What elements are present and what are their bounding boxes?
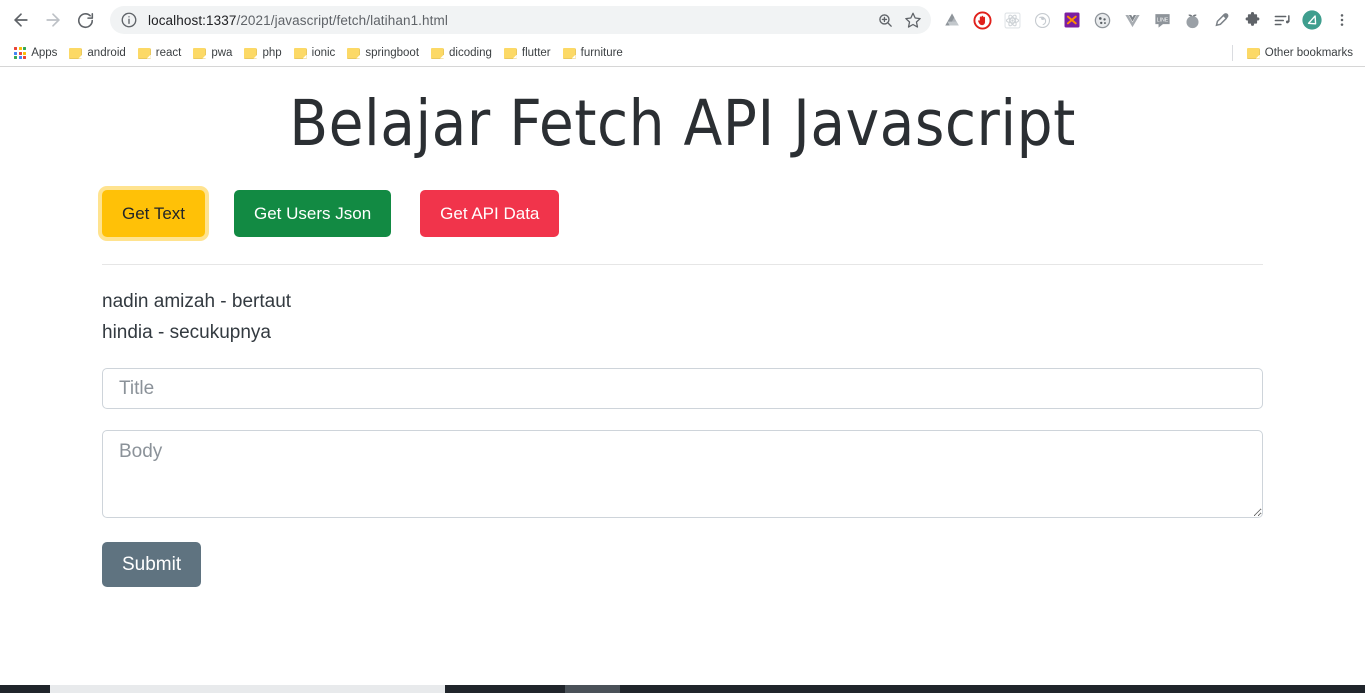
bookmarks-divider <box>1231 45 1233 61</box>
body-input[interactable] <box>102 430 1263 519</box>
bookmark-label: ionic <box>311 47 336 59</box>
page-viewport: Belajar Fetch API Javascript Get Text Ge… <box>0 67 1365 693</box>
folder-icon <box>503 47 517 59</box>
get-users-json-button[interactable]: Get Users Json <box>234 189 392 237</box>
bookmark-item-android[interactable]: android <box>63 42 131 64</box>
reload-button[interactable] <box>70 5 100 35</box>
folder-icon <box>293 47 307 59</box>
folder-icon <box>562 47 576 59</box>
bookmark-label: php <box>262 47 282 59</box>
taskbar-segment <box>0 685 50 693</box>
get-api-data-button[interactable]: Get API Data <box>420 189 560 237</box>
eyedropper-icon[interactable] <box>1207 6 1237 34</box>
svg-text:LINE: LINE <box>1156 17 1168 23</box>
folder-icon <box>69 47 83 59</box>
address-bar-url[interactable]: localhost:1337/2021/javascript/fetch/lat… <box>148 13 871 28</box>
bookmark-other-bookmarks[interactable]: Other bookmarks <box>1241 42 1359 64</box>
apps-grid-icon <box>14 46 27 60</box>
folder-icon <box>137 47 151 59</box>
line-messenger-icon[interactable]: LINE <box>1147 6 1177 34</box>
section-divider <box>102 263 1263 265</box>
tomato-timer-icon[interactable] <box>1177 6 1207 34</box>
bookmark-label: dicoding <box>449 47 492 59</box>
bookmark-item-ionic[interactable]: ionic <box>288 42 342 64</box>
bookmark-label: android <box>87 47 126 59</box>
wappalyzer-icon[interactable] <box>1087 6 1117 34</box>
playlist-queue-icon[interactable] <box>1267 6 1297 34</box>
colorzilla-icon[interactable] <box>1057 6 1087 34</box>
bookmark-item-furniture[interactable]: furniture <box>557 42 629 64</box>
bookmark-item-flutter[interactable]: flutter <box>498 42 557 64</box>
redux-devtools-icon[interactable] <box>1027 6 1057 34</box>
browser-nav-bar: localhost:1337/2021/javascript/fetch/lat… <box>0 0 1365 40</box>
other-bookmarks-label: Other bookmarks <box>1264 47 1353 59</box>
profile-avatar[interactable] <box>1297 6 1327 34</box>
bookmarks-bar: Apps android react pwa php ionic springb… <box>0 40 1365 66</box>
title-input[interactable] <box>102 368 1263 410</box>
folder-icon <box>431 47 445 59</box>
bookmark-item-springboot[interactable]: springboot <box>341 42 425 64</box>
zoom-search-icon[interactable] <box>871 6 899 34</box>
url-host: localhost:1337 <box>148 12 237 28</box>
bookmark-item-dicoding[interactable]: dicoding <box>425 42 498 64</box>
back-button[interactable] <box>6 5 36 35</box>
vue-devtools-icon[interactable] <box>1117 6 1147 34</box>
folder-icon <box>347 47 361 59</box>
bookmark-apps[interactable]: Apps <box>8 42 63 64</box>
bookmark-label: flutter <box>521 47 551 59</box>
taskbar-segment <box>620 685 1365 693</box>
forward-button[interactable] <box>38 5 68 35</box>
google-drive-icon[interactable] <box>937 6 967 34</box>
submit-button[interactable]: Submit <box>102 542 202 588</box>
url-path: /2021/javascript/fetch/latihan1.html <box>236 12 448 28</box>
star-icon[interactable] <box>899 6 927 34</box>
folder-icon <box>1246 47 1260 59</box>
fetch-output: nadin amizah - bertaut hindia - secukupn… <box>102 287 1365 349</box>
page-title: Belajar Fetch API Javascript <box>289 87 1076 160</box>
bookmark-label: furniture <box>580 47 623 59</box>
extension-icons: LINE <box>937 6 1357 34</box>
output-line: hindia - secukupnya <box>102 321 271 343</box>
taskbar-segment <box>445 685 565 693</box>
other-bookmarks-area: Other bookmarks <box>1231 40 1359 66</box>
bookmark-item-php[interactable]: php <box>238 42 287 64</box>
address-bar[interactable]: localhost:1337/2021/javascript/fetch/lat… <box>110 6 931 34</box>
bookmark-label: springboot <box>365 47 420 59</box>
action-button-row: Get Text Get Users Json Get API Data <box>102 189 1365 237</box>
bookmark-label: react <box>155 47 182 59</box>
folder-icon <box>193 47 207 59</box>
post-form: Submit <box>102 368 1263 588</box>
bookmark-apps-label: Apps <box>31 47 58 59</box>
output-line: nadin amizah - bertaut <box>102 290 292 312</box>
react-devtools-icon[interactable] <box>997 6 1027 34</box>
chrome-menu-icon[interactable] <box>1327 6 1357 34</box>
bookmark-item-pwa[interactable]: pwa <box>187 42 238 64</box>
os-taskbar-strip <box>0 685 1365 693</box>
info-icon[interactable] <box>120 11 138 29</box>
taskbar-segment <box>565 685 620 693</box>
taskbar-segment <box>50 685 445 693</box>
page-content: Belajar Fetch API Javascript Get Text Ge… <box>0 85 1365 588</box>
folder-icon <box>244 47 258 59</box>
get-text-button[interactable]: Get Text <box>102 189 205 237</box>
browser-chrome: localhost:1337/2021/javascript/fetch/lat… <box>0 0 1365 67</box>
bookmark-item-react[interactable]: react <box>132 42 188 64</box>
extensions-puzzle-icon[interactable] <box>1237 6 1267 34</box>
adblock-stop-hand-icon[interactable] <box>967 6 997 34</box>
bookmark-label: pwa <box>211 47 233 59</box>
